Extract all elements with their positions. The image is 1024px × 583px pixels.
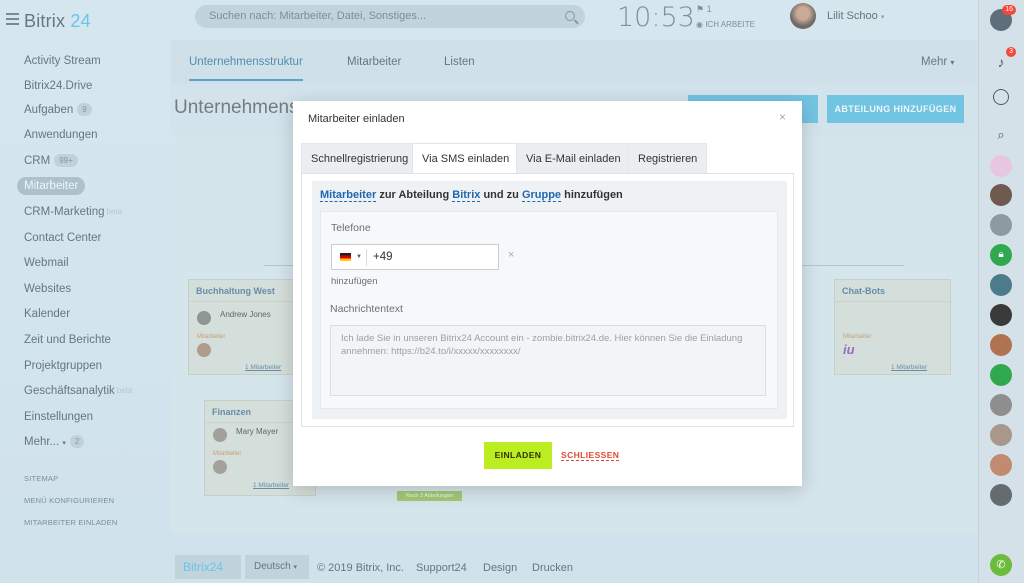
app-icon[interactable] bbox=[990, 155, 1012, 177]
static-text: und zu bbox=[483, 189, 519, 201]
phone-icon[interactable]: ✆ bbox=[990, 554, 1012, 576]
lock-icon[interactable]: 🔒︎ bbox=[990, 244, 1012, 266]
avatar[interactable] bbox=[990, 304, 1012, 326]
avatar[interactable] bbox=[990, 454, 1012, 476]
phone-field[interactable]: ▼ +49 bbox=[331, 244, 499, 270]
avatar[interactable] bbox=[990, 184, 1012, 206]
phone-label: Telefone bbox=[331, 222, 371, 234]
fields-box: Telefone ▼ +49 × hinzufügen Nachrichtent… bbox=[320, 211, 778, 409]
employee-type-link[interactable]: Mitarbeiter bbox=[320, 189, 377, 202]
message-label: Nachrichtentext bbox=[330, 303, 403, 315]
help-icon[interactable]: 16 bbox=[990, 5, 1016, 31]
phone-input[interactable]: +49 bbox=[373, 251, 393, 263]
germany-flag-icon[interactable] bbox=[340, 253, 351, 261]
chevron-down-icon[interactable]: ▼ bbox=[356, 254, 362, 260]
remove-phone-icon[interactable]: × bbox=[508, 249, 514, 261]
tab-sms-invite[interactable]: Via SMS einladen bbox=[412, 143, 520, 175]
message-textarea[interactable]: Ich lade Sie in unseren Bitrix24 Account… bbox=[330, 325, 766, 396]
avatar[interactable] bbox=[990, 424, 1012, 446]
invite-button[interactable]: EINLADEN bbox=[484, 442, 552, 469]
tab-quick-registration[interactable]: Schnellregistrierung bbox=[301, 143, 419, 173]
close-button[interactable]: SCHLIESSEN bbox=[561, 450, 620, 461]
avatar[interactable] bbox=[990, 484, 1012, 506]
tab-register[interactable]: Registrieren bbox=[628, 143, 708, 173]
right-sidebar: 16 ♪ 3 ⌕ 🔒︎ ✆ bbox=[978, 0, 1024, 583]
static-text: hinzufügen bbox=[564, 189, 623, 201]
bell-icon[interactable]: ♪ 3 bbox=[990, 47, 1016, 73]
lock-icon[interactable] bbox=[990, 364, 1012, 386]
divider bbox=[366, 249, 367, 266]
avatar[interactable] bbox=[990, 274, 1012, 296]
search-icon[interactable]: ⌕ bbox=[990, 124, 1012, 146]
dialog-title: Mitarbeiter einladen bbox=[308, 113, 405, 125]
invite-dialog: Mitarbeiter einladen × Schnellregistrier… bbox=[293, 101, 802, 486]
department-link[interactable]: Bitrix bbox=[452, 189, 481, 202]
invite-target-line: Mitarbeiter zur Abteilung Bitrix und zu … bbox=[320, 189, 623, 202]
avatar[interactable] bbox=[990, 214, 1012, 236]
invite-form: Mitarbeiter zur Abteilung Bitrix und zu … bbox=[312, 181, 787, 419]
tab-email-invite[interactable]: Via E-Mail einladen bbox=[516, 143, 631, 173]
chat-icon[interactable] bbox=[993, 89, 1009, 105]
close-icon[interactable]: × bbox=[779, 110, 786, 124]
static-text: zur Abteilung bbox=[379, 189, 450, 201]
avatar[interactable] bbox=[990, 394, 1012, 416]
group-link[interactable]: Gruppe bbox=[521, 189, 562, 202]
add-phone-link[interactable]: hinzufügen bbox=[331, 276, 377, 287]
sms-panel: Mitarbeiter zur Abteilung Bitrix und zu … bbox=[301, 173, 794, 427]
notification-badge: 16 bbox=[1002, 5, 1016, 15]
notification-badge: 3 bbox=[1006, 47, 1016, 57]
avatar[interactable] bbox=[990, 334, 1012, 356]
